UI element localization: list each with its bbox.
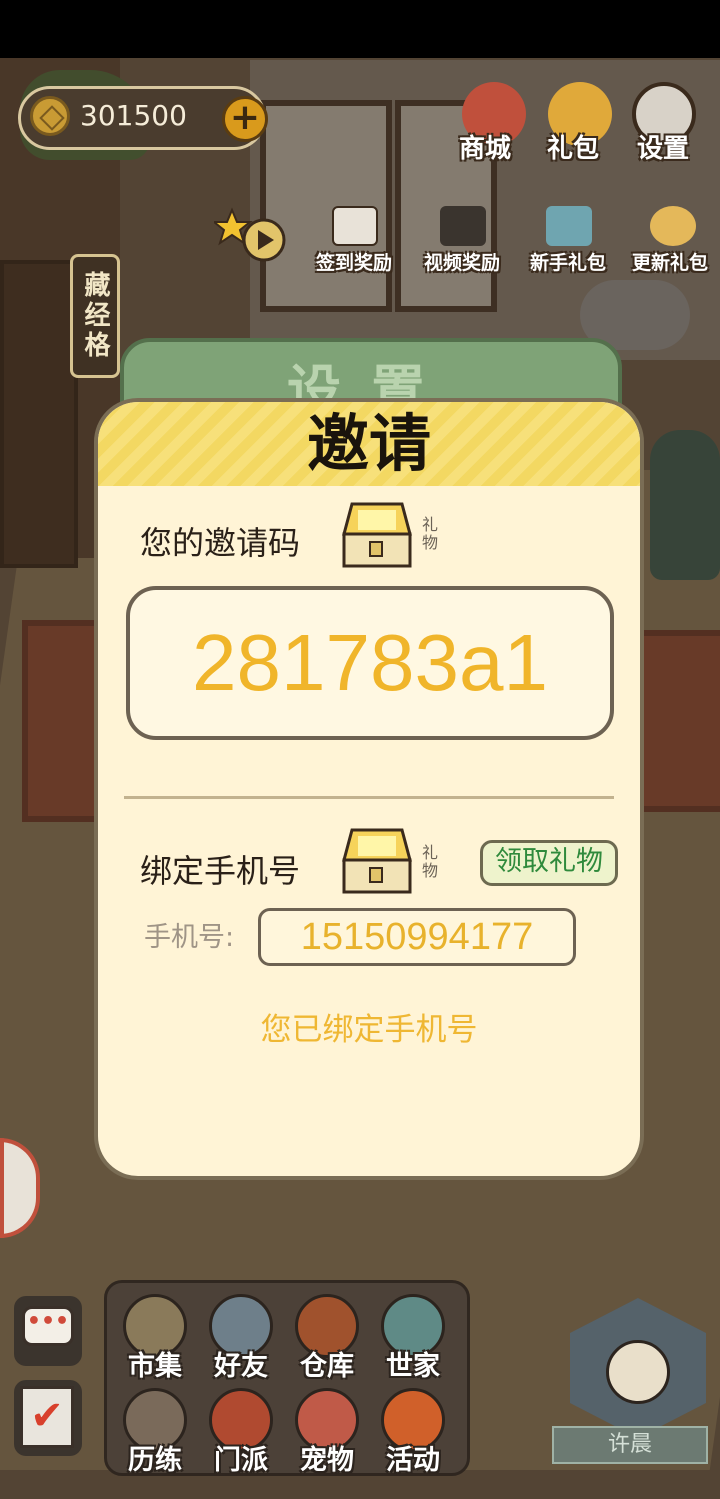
menu-item-sect[interactable]: 门派 [198,1388,284,1478]
menu-label: 活动 [386,1445,440,1476]
star-play-icon[interactable] [214,206,286,266]
menu-label: 市集 [128,1351,182,1382]
treasure-chest-icon[interactable] [546,206,592,246]
menu-label: 好友 [214,1351,268,1382]
character-gift-icon[interactable] [650,206,696,246]
gift-tag: 礼物 [422,843,439,880]
library-sign[interactable]: 藏经格 [70,254,120,378]
menu-item-training[interactable]: 历练 [112,1388,198,1478]
menu-label: 世家 [386,1351,440,1382]
phone-number-field[interactable]: 15150994177 [258,908,576,966]
chat-bubble-icon[interactable]: ••• [22,1306,74,1346]
menu-item-clan[interactable]: 世家 [370,1294,456,1384]
add-currency-button[interactable]: + [222,96,268,142]
shop-label[interactable]: 商城 [440,128,530,165]
dialog-title: 邀请 [306,407,431,480]
menu-item-friends[interactable]: 好友 [198,1294,284,1384]
phone-field-label: 手机号: [144,922,235,953]
video-reward-label[interactable]: 视频奖励 [414,248,510,275]
phone-bound-message: 您已绑定手机号 [260,1012,478,1048]
treasure-chest-icon [342,502,412,568]
menu-item-warehouse[interactable]: 仓库 [284,1294,370,1384]
menu-item-events[interactable]: 活动 [370,1388,456,1478]
clapperboard-icon[interactable] [440,206,486,246]
invite-code-label: 您的邀请码 [140,524,301,562]
menu-label: 宠物 [300,1445,354,1476]
divider [124,796,614,799]
checklist-icon[interactable]: ✔ [20,1386,74,1448]
menu-label: 门派 [214,1445,268,1476]
checkin-reward-label[interactable]: 签到奖励 [306,248,402,275]
menu-label: 历练 [128,1445,182,1476]
treasure-chest-icon [342,828,412,894]
avatar[interactable] [606,1340,670,1404]
invite-code-value: 281783a1 [192,618,548,707]
bind-phone-label: 绑定手机号 [140,852,301,890]
coin-icon [30,96,70,136]
newbie-pack-label[interactable]: 新手礼包 [520,248,616,275]
currency-amount: 301500 [80,99,187,132]
gift-pack-label[interactable]: 礼包 [528,128,618,165]
menu-item-market[interactable]: 市集 [112,1294,198,1384]
calendar-icon[interactable] [332,206,378,246]
settings-label[interactable]: 设置 [618,128,708,165]
menu-label: 仓库 [300,1351,354,1382]
gift-tag: 礼物 [422,515,439,552]
menu-item-pets[interactable]: 宠物 [284,1388,370,1478]
update-pack-label[interactable]: 更新礼包 [622,248,718,275]
player-name[interactable]: 许晨 [552,1426,708,1464]
claim-gift-button[interactable]: 领取礼物 [480,840,618,886]
status-bar [0,0,720,58]
